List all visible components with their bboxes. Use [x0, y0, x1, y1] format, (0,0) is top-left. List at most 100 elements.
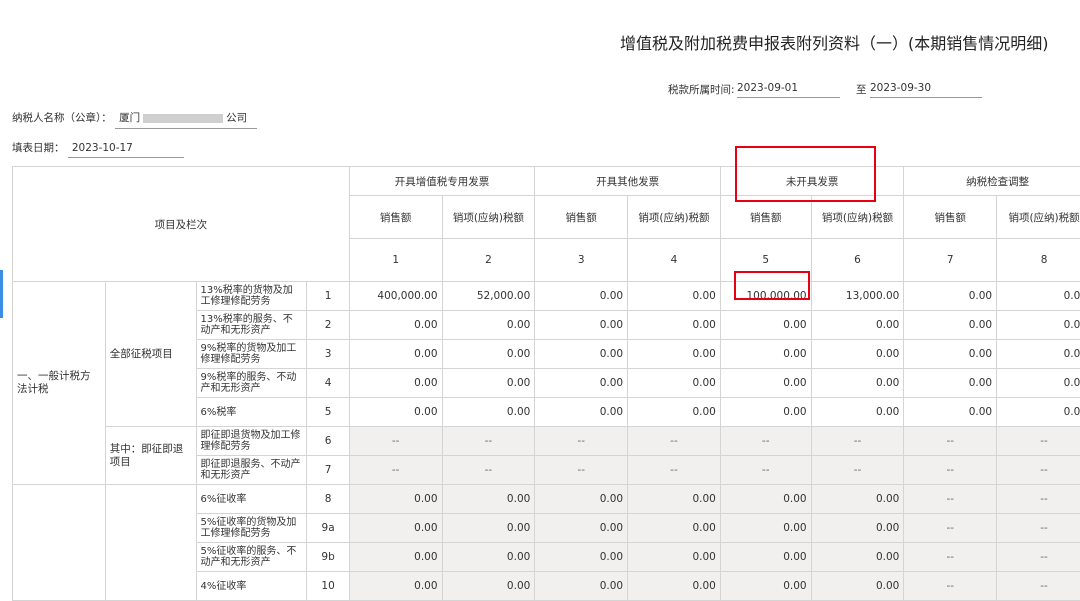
- disabled-cell: --: [997, 572, 1080, 601]
- amount-cell[interactable]: 0.00: [628, 543, 721, 572]
- amount-cell[interactable]: 0.00: [442, 311, 535, 340]
- row-number: 9a: [307, 514, 349, 543]
- amount-cell[interactable]: 0.00: [349, 340, 442, 369]
- amount-cell[interactable]: 0.00: [811, 543, 904, 572]
- amount-cell[interactable]: 0.00: [442, 485, 535, 514]
- table-row: 一、一般计税方法计税 全部征税项目 13%税率的货物及加工修理修配劳务1400,…: [13, 282, 1080, 311]
- row-label: 13%税率的货物及加工修理修配劳务: [196, 282, 307, 311]
- amount-cell[interactable]: 0.00: [349, 543, 442, 572]
- amount-cell[interactable]: 0.00: [904, 311, 997, 340]
- amount-cell[interactable]: 0.00: [811, 485, 904, 514]
- amount-cell[interactable]: 0.00: [904, 398, 997, 427]
- amount-cell[interactable]: 0.00: [535, 311, 628, 340]
- amount-cell[interactable]: 0.00: [904, 369, 997, 398]
- column-number: 1: [349, 239, 442, 282]
- amount-cell[interactable]: 0.00: [997, 311, 1080, 340]
- disabled-cell: --: [904, 543, 997, 572]
- amount-cell[interactable]: 0.00: [997, 340, 1080, 369]
- row-number: 1: [307, 282, 349, 311]
- column-number: 8: [997, 239, 1080, 282]
- amount-cell[interactable]: 0.00: [442, 514, 535, 543]
- disabled-cell: --: [628, 427, 721, 456]
- column-number: 4: [628, 239, 721, 282]
- row-number: 8: [307, 485, 349, 514]
- amount-cell[interactable]: 0.00: [720, 398, 811, 427]
- amount-cell[interactable]: 0.00: [535, 369, 628, 398]
- fill-date-field: 2023-10-17: [68, 142, 184, 158]
- disabled-cell: --: [997, 543, 1080, 572]
- amount-cell[interactable]: 0.00: [720, 369, 811, 398]
- column-header-tax: 销项(应纳)税额: [442, 196, 535, 239]
- amount-cell[interactable]: 0.00: [811, 311, 904, 340]
- column-number: 6: [811, 239, 904, 282]
- amount-cell[interactable]: 0.00: [904, 340, 997, 369]
- amount-cell[interactable]: 0.00: [349, 485, 442, 514]
- row-number: 10: [307, 572, 349, 601]
- period-from-field: 2023-09-01: [737, 82, 840, 98]
- row-label: 6%税率: [196, 398, 307, 427]
- amount-cell[interactable]: 0.00: [628, 282, 721, 311]
- amount-cell[interactable]: 0.00: [349, 369, 442, 398]
- highlight-box-no-invoice-header: [735, 146, 876, 202]
- section-general-method: 一、一般计税方法计税: [13, 282, 106, 485]
- amount-cell[interactable]: 0.00: [535, 398, 628, 427]
- amount-cell[interactable]: 0.00: [442, 369, 535, 398]
- amount-cell[interactable]: 0.00: [720, 543, 811, 572]
- amount-cell[interactable]: 0.00: [811, 369, 904, 398]
- column-header-tax: 销项(应纳)税额: [997, 196, 1080, 239]
- amount-cell[interactable]: 0.00: [628, 514, 721, 543]
- amount-cell[interactable]: 0.00: [628, 340, 721, 369]
- amount-cell[interactable]: 0.00: [720, 514, 811, 543]
- row-number: 2: [307, 311, 349, 340]
- amount-cell[interactable]: 0.00: [997, 369, 1080, 398]
- amount-cell[interactable]: 0.00: [442, 543, 535, 572]
- amount-cell[interactable]: 0.00: [442, 572, 535, 601]
- amount-cell[interactable]: 0.00: [811, 398, 904, 427]
- row-number: 6: [307, 427, 349, 456]
- disabled-cell: --: [628, 456, 721, 485]
- disabled-cell: --: [997, 456, 1080, 485]
- column-number: 2: [442, 239, 535, 282]
- column-header-sales: 销售额: [535, 196, 628, 239]
- amount-cell[interactable]: 0.00: [720, 572, 811, 601]
- amount-cell[interactable]: 0.00: [349, 514, 442, 543]
- amount-cell[interactable]: 0.00: [349, 572, 442, 601]
- amount-cell[interactable]: 0.00: [628, 369, 721, 398]
- amount-cell[interactable]: 52,000.00: [442, 282, 535, 311]
- amount-cell[interactable]: 0.00: [720, 311, 811, 340]
- amount-cell[interactable]: 0.00: [997, 282, 1080, 311]
- amount-cell[interactable]: 0.00: [811, 340, 904, 369]
- amount-cell[interactable]: 0.00: [628, 311, 721, 340]
- amount-cell[interactable]: 0.00: [535, 282, 628, 311]
- amount-cell[interactable]: 0.00: [997, 398, 1080, 427]
- row-label: 即征即退服务、不动产和无形资产: [196, 456, 307, 485]
- amount-cell[interactable]: 0.00: [720, 340, 811, 369]
- amount-cell[interactable]: 0.00: [535, 340, 628, 369]
- amount-cell[interactable]: 400,000.00: [349, 282, 442, 311]
- form-title: 增值税及附加税费申报表附列资料（一）(本期销售情况明细): [620, 30, 1049, 54]
- amount-cell[interactable]: 0.00: [442, 398, 535, 427]
- period-from-label: 税款所属时间:: [668, 82, 735, 97]
- amount-cell[interactable]: 0.00: [535, 485, 628, 514]
- amount-cell[interactable]: 0.00: [349, 398, 442, 427]
- amount-cell[interactable]: 0.00: [811, 514, 904, 543]
- amount-cell[interactable]: 0.00: [628, 485, 721, 514]
- taxpayer-name-field: 厦门公司: [115, 110, 257, 129]
- row-number: 9b: [307, 543, 349, 572]
- highlight-box-no-invoice-sales: [734, 271, 810, 300]
- amount-cell[interactable]: 13,000.00: [811, 282, 904, 311]
- amount-cell[interactable]: 0.00: [535, 572, 628, 601]
- amount-cell[interactable]: 0.00: [904, 282, 997, 311]
- amount-cell[interactable]: 0.00: [628, 398, 721, 427]
- amount-cell[interactable]: 0.00: [535, 514, 628, 543]
- disabled-cell: --: [535, 456, 628, 485]
- amount-cell[interactable]: 0.00: [349, 311, 442, 340]
- disabled-cell: --: [904, 427, 997, 456]
- amount-cell[interactable]: 0.00: [811, 572, 904, 601]
- amount-cell[interactable]: 0.00: [442, 340, 535, 369]
- amount-cell[interactable]: 0.00: [535, 543, 628, 572]
- amount-cell[interactable]: 0.00: [628, 572, 721, 601]
- amount-cell[interactable]: 0.00: [720, 485, 811, 514]
- column-header-sales: 销售额: [349, 196, 442, 239]
- disabled-cell: --: [997, 485, 1080, 514]
